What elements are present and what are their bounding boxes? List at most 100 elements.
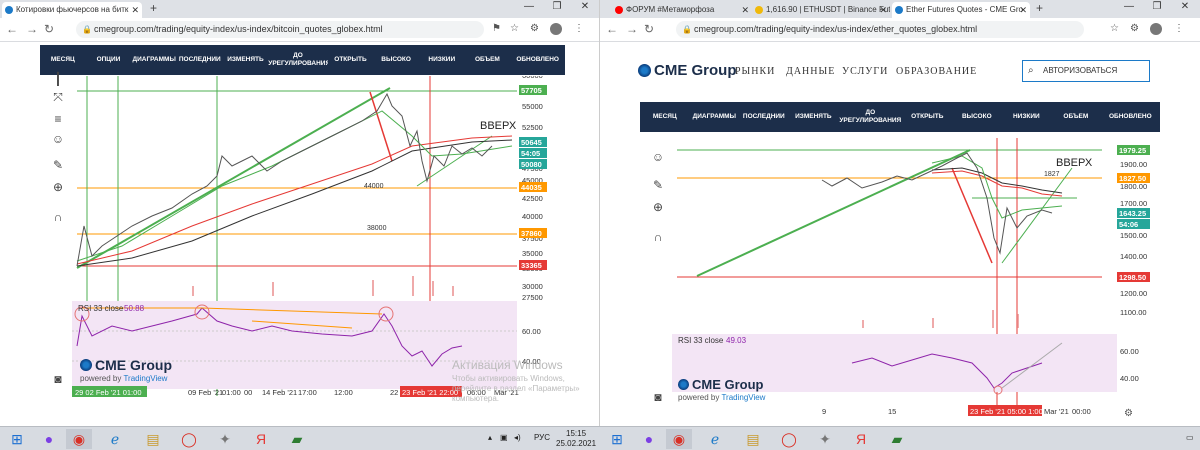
translate-icon[interactable]: ⚑ xyxy=(492,23,501,34)
fib-tool-icon[interactable]: ≡ xyxy=(50,112,66,126)
chrome-taskbar-icon[interactable]: ◉ xyxy=(66,429,92,449)
ie-taskbar-icon[interactable]: ℯ xyxy=(702,429,728,449)
magnet-icon[interactable]: ∩ xyxy=(50,210,66,224)
tab-close-icon[interactable]: ✕ xyxy=(1019,2,1027,18)
col-updated[interactable]: ОБНОВЛЕНО xyxy=(1101,113,1160,121)
col-low[interactable]: НИЗКИЙ xyxy=(1002,113,1052,121)
alice-assistant-icon[interactable]: ● xyxy=(636,429,662,449)
col-low[interactable]: НИЗКИЙ xyxy=(419,56,465,64)
col-high[interactable]: ВЫСОКО xyxy=(373,56,419,64)
col-high[interactable]: ВЫСОКО xyxy=(952,113,1002,121)
menu-dots-icon[interactable]: ⋮ xyxy=(574,23,584,34)
forward-icon[interactable]: → xyxy=(26,22,38,36)
emoji-tool-icon[interactable]: ☺ xyxy=(50,132,66,146)
nav-data[interactable]: ДАННЫЕ xyxy=(786,66,835,77)
explorer-taskbar-icon[interactable]: ▤ xyxy=(140,429,166,449)
camera-icon[interactable]: ◙ xyxy=(50,372,66,386)
col-open[interactable]: ОТКРЫТЬ xyxy=(903,113,953,121)
emoji-tool-icon[interactable]: ☺ xyxy=(650,150,666,164)
app-taskbar-icon[interactable]: ✦ xyxy=(212,429,238,449)
tab-bitcoin-quotes[interactable]: Котировки фьючерсов на битк ✕ xyxy=(2,2,142,18)
profile-avatar[interactable] xyxy=(550,23,562,35)
minimize-icon[interactable]: — xyxy=(1120,1,1138,12)
reload-icon[interactable]: ↻ xyxy=(644,22,654,36)
col-month[interactable]: МЕСЯЦ xyxy=(640,113,690,121)
start-button[interactable]: ⊞ xyxy=(604,429,630,449)
login-search-box[interactable]: ⌕ АВТОРИЗОВАТЬСЯ xyxy=(1022,60,1150,82)
ruler-tool-icon[interactable]: ✎ xyxy=(50,158,66,172)
url-field[interactable]: 🔒 cmegroup.com/trading/equity-index/us-i… xyxy=(676,21,1084,38)
network-icon[interactable]: ▣ xyxy=(500,433,508,442)
col-month[interactable]: МЕСЯЦ xyxy=(40,56,86,64)
ruler-tool-icon[interactable]: ✎ xyxy=(650,178,666,192)
new-tab-button[interactable]: + xyxy=(150,1,157,15)
col-settle[interactable]: ДО УРЕГУЛИРОВАНИЯ xyxy=(268,52,327,68)
col-updated[interactable]: ОБНОВЛЕНО xyxy=(510,56,565,64)
magnet-icon[interactable]: ∩ xyxy=(650,230,666,244)
trend-tool-icon[interactable]: ⤧ xyxy=(50,90,66,105)
tray-arrow-icon[interactable]: ▴ xyxy=(488,433,492,442)
nav-services[interactable]: УСЛУГИ xyxy=(842,66,888,77)
zoom-in-icon[interactable]: ⊕ xyxy=(50,180,66,194)
tradingview-link[interactable]: TradingView xyxy=(123,374,167,383)
col-volume[interactable]: ОБЪЕМ xyxy=(1051,113,1101,121)
tab-ether-quotes[interactable]: Ether Futures Quotes - CME Gro ✕ xyxy=(892,2,1030,18)
col-settle[interactable]: ДО УРЕГУЛИРОВАНИЯ xyxy=(838,109,902,125)
extensions-icon[interactable]: ⚙ xyxy=(1130,23,1139,34)
crosshair-tool-icon[interactable]: ┃ xyxy=(50,72,66,86)
login-label[interactable]: АВТОРИЗОВАТЬСЯ xyxy=(1043,66,1117,75)
close-window-icon[interactable]: ✕ xyxy=(1176,1,1194,12)
zoom-in-icon[interactable]: ⊕ xyxy=(650,200,666,214)
volume-icon[interactable]: ◂) xyxy=(514,433,521,442)
col-last[interactable]: ПОСЛЕДНИЙ xyxy=(739,113,789,121)
yandex-taskbar-icon[interactable]: Я xyxy=(248,429,274,449)
reload-icon[interactable]: ↻ xyxy=(44,22,54,36)
maximize-icon[interactable]: ❐ xyxy=(548,1,566,12)
menu-dots-icon[interactable]: ⋮ xyxy=(1174,23,1184,34)
ie-taskbar-icon[interactable]: ℯ xyxy=(102,429,128,449)
alice-assistant-icon[interactable]: ● xyxy=(36,429,62,449)
tradingview-link[interactable]: TradingView xyxy=(721,393,765,402)
cme-site-logo[interactable]: CME Group xyxy=(638,62,737,79)
language-indicator[interactable]: РУС xyxy=(534,433,550,442)
star-icon[interactable]: ☆ xyxy=(510,23,519,34)
maximize-icon[interactable]: ❐ xyxy=(1148,1,1166,12)
new-tab-button[interactable]: + xyxy=(1036,1,1043,15)
col-change[interactable]: ИЗМЕНЯТЬ xyxy=(223,56,269,64)
camera-icon[interactable]: ◙ xyxy=(650,390,666,404)
close-window-icon[interactable]: ✕ xyxy=(576,1,594,12)
col-open[interactable]: ОТКРЫТЬ xyxy=(328,56,374,64)
nav-education[interactable]: ОБРАЗОВАНИЕ xyxy=(896,66,977,77)
yandex-taskbar-icon[interactable]: Я xyxy=(848,429,874,449)
notifications-icon[interactable]: ▭ xyxy=(1186,433,1194,442)
clock-time[interactable]: 15:15 xyxy=(566,429,586,438)
col-last[interactable]: ПОСЛЕДНИЙ xyxy=(177,56,223,64)
notes-taskbar-icon[interactable]: ▰ xyxy=(284,429,310,449)
tab-binance[interactable]: 1,616.90 | ETHUSDT | Binance Fut ✕ xyxy=(752,2,890,18)
clock-date[interactable]: 25.02.2021 xyxy=(556,439,596,448)
notes-taskbar-icon[interactable]: ▰ xyxy=(884,429,910,449)
nav-markets[interactable]: РЫНКИ xyxy=(735,66,775,77)
col-charts[interactable]: ДИАГРАММЫ xyxy=(131,56,177,64)
start-button[interactable]: ⊞ xyxy=(4,429,30,449)
tab-forum[interactable]: ФОРУМ #Метаморфоза ✕ xyxy=(612,2,752,18)
extensions-icon[interactable]: ⚙ xyxy=(530,23,539,34)
col-change[interactable]: ИЗМЕНЯТЬ xyxy=(789,113,839,121)
col-charts[interactable]: ДИАГРАММЫ xyxy=(690,113,740,121)
back-icon[interactable]: ← xyxy=(606,22,618,36)
star-icon[interactable]: ☆ xyxy=(1110,23,1119,34)
opera-taskbar-icon[interactable]: ◯ xyxy=(176,429,202,449)
forward-icon[interactable]: → xyxy=(626,22,638,36)
col-options[interactable]: ОПЦИИ xyxy=(86,56,132,64)
profile-avatar[interactable] xyxy=(1150,23,1162,35)
opera-taskbar-icon[interactable]: ◯ xyxy=(776,429,802,449)
app-taskbar-icon[interactable]: ✦ xyxy=(812,429,838,449)
back-icon[interactable]: ← xyxy=(6,22,18,36)
minimize-icon[interactable]: — xyxy=(520,1,538,12)
col-volume[interactable]: ОБЪЕМ xyxy=(465,56,511,64)
url-field[interactable]: 🔒 cmegroup.com/trading/equity-index/us-i… xyxy=(76,21,484,38)
chrome-taskbar-icon[interactable]: ◉ xyxy=(666,429,692,449)
tab-close-icon[interactable]: ✕ xyxy=(131,2,139,18)
explorer-taskbar-icon[interactable]: ▤ xyxy=(740,429,766,449)
tab-close-icon[interactable]: ✕ xyxy=(879,2,887,18)
